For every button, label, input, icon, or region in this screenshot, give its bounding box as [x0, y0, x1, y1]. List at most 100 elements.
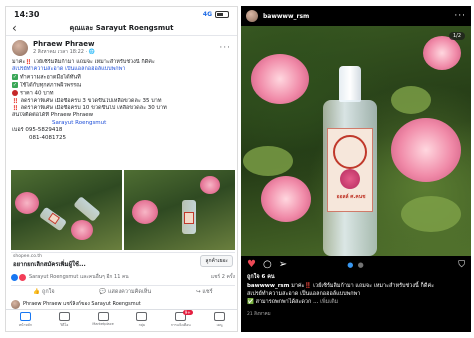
ig-post-photo[interactable]: ออลล์ ศ.คนช 1/2 — [241, 26, 471, 256]
page-title: คุณและ Sarayut Roengsmut — [69, 23, 174, 32]
notification-badge: 9+ — [182, 310, 193, 315]
tab-label: วิดีโอ — [60, 323, 69, 327]
post-time: 21 สิงหาคม — [247, 311, 271, 317]
comment-icon[interactable]: ○ — [263, 259, 272, 270]
tab-marketplace[interactable]: Marketplace — [85, 312, 121, 326]
home-icon — [19, 312, 31, 321]
tab-home[interactable]: หน้าหลัก — [7, 312, 43, 328]
share-label: แชร์ — [202, 288, 213, 295]
avatar[interactable] — [11, 299, 20, 309]
red-dot-icon — [12, 89, 18, 96]
bottle-pump-shape — [339, 66, 361, 102]
signal-text: 4G — [202, 10, 212, 18]
flower-shape — [423, 36, 461, 70]
groups-icon — [136, 312, 148, 321]
post-actions: 👍 ถูกใจ 💬 แสดงความคิดเห็น ↪ แชร์ — [11, 285, 235, 297]
tab-groups[interactable]: กลุ่ม — [124, 312, 160, 328]
flower-shape — [251, 54, 309, 104]
check-icon: ✓ — [12, 73, 18, 80]
tab-bar: หน้าหลัก วิดีโอ Marketplace กลุ่ม 9+ การ… — [6, 309, 237, 331]
tab-notifications[interactable]: 9+ การแจ้งเตือน — [163, 310, 199, 328]
signal-indicator: 4G — [202, 10, 229, 18]
post-date[interactable]: 2 สิงหาคม เวลา 18:22 · 🌐 — [33, 48, 219, 56]
leaf-shape — [391, 86, 431, 114]
next-post-preview[interactable]: Phraew Phraew แชร์ลิงก์ของ Sarayut Roeng… — [11, 299, 235, 309]
share-button[interactable]: ↪ แชร์ — [196, 288, 213, 296]
post-line: ราคา 40 บาท — [20, 90, 54, 97]
reaction-summary[interactable]: Sarayut Roengsmut และคนอื่นๆ อีก 11 คน แ… — [11, 271, 235, 283]
flower-shape — [200, 176, 220, 194]
tab-label: หน้าหลัก — [18, 323, 33, 327]
post-author[interactable]: Phraew Phraew — [33, 40, 219, 48]
menu-icon — [214, 312, 226, 321]
flower-shape — [261, 176, 311, 222]
bottle-label-shape: ออลล์ ศ.คนช — [327, 128, 373, 212]
like-count[interactable]: ถูกใจ 6 คน — [241, 273, 471, 281]
heart-icon[interactable]: ♥ — [247, 259, 256, 270]
carousel-dots: ● ● — [347, 260, 365, 269]
photo-counter: 1/2 — [448, 32, 465, 40]
post-line: ใช้ได้กับทุกสภาพผิวพรรณ — [20, 82, 82, 89]
product-label-text: ออลล์ ศ.คนช — [336, 194, 366, 200]
post-line: มาค่ะ‼️ เวย์เซิร์มลิมก้ามา แถมจะ เหมาะสำ… — [12, 59, 155, 65]
comment-label: แสดงความคิดเห็น — [108, 288, 152, 295]
flower-shape — [132, 200, 158, 224]
caption-text: มาค่ะ‼️ เวย์เซิร์มลิมก้ามา แถมจะ เหมาะสำ… — [291, 283, 435, 289]
label-ring-shape — [333, 135, 367, 169]
ig-username[interactable]: bawwww_rsm — [263, 13, 454, 20]
like-button[interactable]: 👍 ถูกใจ — [33, 288, 54, 296]
post-line: ‼️ ลดราคาพิเศษ เมื่อซื้อครบ 10 ขวดขึ้นไป… — [12, 105, 167, 112]
more-options-icon[interactable]: ··· — [219, 43, 231, 53]
post-line[interactable]: Sarayut Roengsmut — [12, 120, 231, 127]
video-icon — [58, 312, 70, 321]
reaction-text[interactable]: Sarayut Roengsmut และคนอื่นๆ อีก 11 คน — [29, 273, 211, 281]
rose-icon — [340, 169, 360, 189]
battery-icon — [215, 10, 229, 18]
tab-label: เมนู — [216, 323, 223, 327]
post-text: มาค่ะ‼️ เวย์เซิร์มลิมก้ามา แถมจะ เหมาะสำ… — [6, 58, 237, 143]
product-photo[interactable] — [11, 170, 122, 250]
instagram-screenshot: bawwww_rsm ··· ออลล์ ศ.คนช 1/2 ♥ ○ ➢ ● ●… — [241, 6, 471, 332]
post-line: 081-4081725 — [29, 134, 66, 141]
avatar[interactable] — [246, 10, 258, 22]
post-line: สเปรย์ทำความสะอาด เป็นแอลกอฮอล์แบบพกพา — [12, 66, 126, 73]
share-count[interactable]: แชร์ 2 ครั้ง — [211, 273, 235, 281]
avatar[interactable] — [12, 40, 28, 56]
caption-line: ✅ สามารถพกพาได้สะดวก ... — [247, 298, 319, 305]
tab-label: การแจ้งเตือน — [170, 323, 191, 327]
status-time: 14:30 — [14, 9, 40, 19]
caption-line: สเปรย์ทำความสะอาด เป็นแอลกอฮอล์แบบพกพา — [247, 290, 361, 297]
caption-username[interactable]: bawwww_rsm — [247, 283, 289, 289]
ig-action-bar: ♥ ○ ➢ ● ● ⛉ — [241, 256, 471, 273]
flower-shape — [15, 192, 39, 214]
link-title[interactable]: อยากยกเลิกสมัครเพิ่มผู้ใช้... — [13, 259, 200, 269]
leaf-shape — [401, 196, 461, 232]
post-line: เบอร์ 095-5829418 — [12, 127, 63, 134]
like-label: ถูกใจ — [42, 288, 55, 295]
love-reaction-icon — [19, 273, 26, 281]
marketplace-icon — [97, 312, 109, 321]
post-line: ทำความสะอาดมือได้ทันที — [20, 74, 81, 81]
like-reaction-icon — [11, 273, 18, 281]
tab-menu[interactable]: เมนู — [202, 312, 237, 328]
send-icon[interactable]: ➢ — [279, 259, 287, 270]
caption-more-link[interactable]: เพิ่มเติม — [320, 299, 338, 305]
ig-caption: bawwww_rsm มาค่ะ‼️ เวย์เซิร์มลิมก้ามา แถ… — [241, 281, 471, 309]
leaf-shape — [243, 146, 293, 176]
facebook-screenshot: 14:30 4G ‹ คุณและ Sarayut Roengsmut Phra… — [5, 6, 238, 332]
comment-button[interactable]: 💬 แสดงความคิดเห็น — [99, 288, 151, 296]
spray-bottle-shape: ออลล์ ศ.คนช — [319, 66, 381, 256]
more-options-icon[interactable]: ··· — [454, 11, 466, 21]
fb-nav-bar: ‹ คุณและ Sarayut Roengsmut — [6, 21, 237, 36]
tab-label: Marketplace — [92, 322, 114, 326]
bookmark-icon[interactable]: ⛉ — [458, 260, 465, 270]
link-button[interactable]: ลูกค้าเยอะ — [200, 255, 233, 267]
back-icon[interactable]: ‹ — [12, 21, 26, 35]
status-bar: 14:30 4G — [6, 7, 237, 21]
bottle-label-shape — [184, 212, 194, 224]
post-photos[interactable] — [11, 170, 235, 250]
bottle-shape — [73, 196, 101, 222]
link-preview[interactable]: shopee.co.th อยากยกเลิกสมัครเพิ่มผู้ใช้.… — [11, 252, 235, 269]
product-photo[interactable] — [124, 170, 235, 250]
tab-video[interactable]: วิดีโอ — [46, 312, 82, 328]
